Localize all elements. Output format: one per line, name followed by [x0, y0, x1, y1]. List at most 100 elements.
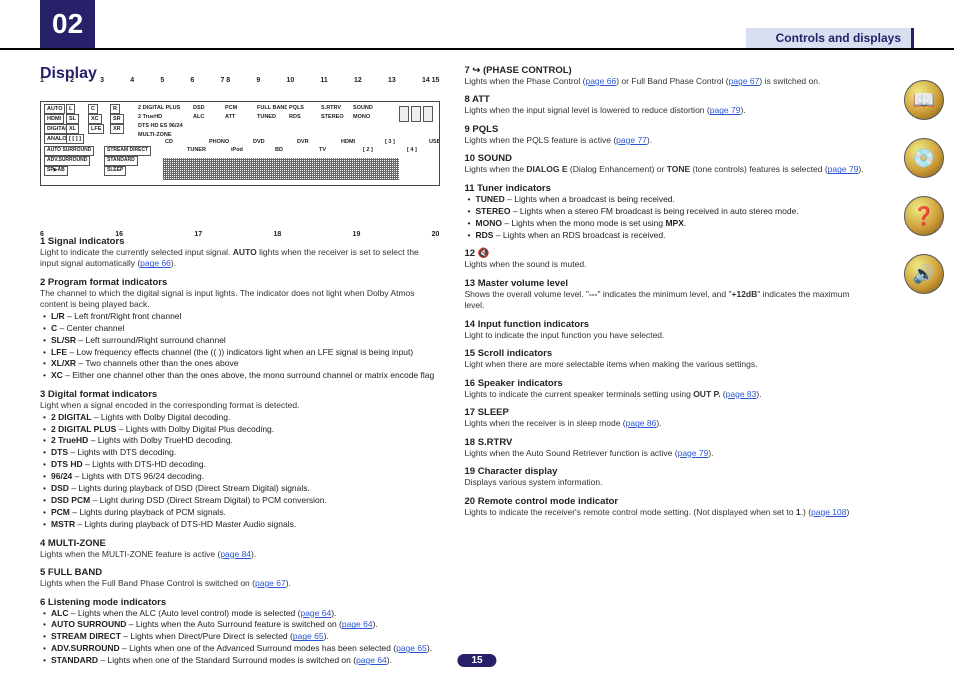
page-link[interactable]: page 84 — [220, 549, 251, 559]
page-link[interactable]: page 65 — [396, 643, 427, 653]
diagram-segment: XL — [66, 124, 79, 134]
item-17: 17 SLEEPLights when the receiver is in s… — [465, 407, 865, 429]
item-9: 9 PQLSLights when the PQLS feature is ac… — [465, 124, 865, 146]
diagram-segment: 2 TrueHD — [136, 113, 164, 121]
callout-top: 7 8 — [220, 77, 230, 84]
diagram-segment: DSD — [191, 104, 207, 112]
diagram-segment: R — [110, 104, 120, 114]
diagram-segment: STREAM DIRECT — [104, 146, 151, 156]
diagram-segment: PCM — [223, 104, 239, 112]
item-body: Lights when the Phase Control (page 66) … — [465, 76, 865, 87]
callout-top: 12 — [354, 77, 362, 84]
page-link[interactable]: page 65 — [293, 631, 324, 641]
page-link[interactable]: page 83 — [726, 389, 757, 399]
page-link[interactable]: page 67 — [729, 76, 760, 86]
item-body: The channel to which the digital signal … — [40, 288, 440, 311]
item-heading: 13 Master volume level — [465, 278, 865, 289]
diagram-segment: S.RTRV — [319, 104, 343, 112]
diagram-segment: TUNER — [185, 146, 208, 154]
page-link[interactable]: page 108 — [811, 507, 846, 517]
item-body: Lights when the input signal level is lo… — [465, 105, 865, 116]
sub-item: DSD PCM – Light during DSD (Direct Strea… — [40, 495, 440, 507]
item-body: Light to indicate the currently selected… — [40, 247, 440, 270]
page-link[interactable]: page 66 — [585, 76, 616, 86]
callout-bottom: 6 — [40, 231, 44, 238]
callout-bottom: 18 — [273, 231, 281, 238]
callout-bottom: 16 — [115, 231, 123, 238]
diagram-segment: HDMI — [44, 114, 64, 124]
diagram-segment: TUNED — [255, 113, 278, 121]
diagram-segment: [ 4 ] — [405, 146, 419, 154]
page-link[interactable]: page 64 — [300, 608, 331, 618]
diagram-segment: RDS — [287, 113, 303, 121]
diagram-segment: L — [66, 104, 75, 114]
item-8: 8 ATTLights when the input signal level … — [465, 94, 865, 116]
page-link[interactable]: page 79 — [710, 105, 741, 115]
page-link[interactable]: page 79 — [678, 448, 709, 458]
item-1: 1 Signal indicatorsLight to indicate the… — [40, 236, 440, 270]
side-icon[interactable]: ❓ — [904, 196, 944, 236]
callout-top: 9 — [256, 77, 260, 84]
item-heading: 9 PQLS — [465, 124, 865, 135]
item-heading: 5 FULL BAND — [40, 567, 440, 578]
item-15: 15 Scroll indicatorsLight when there are… — [465, 348, 865, 370]
side-icon[interactable]: 💿 — [904, 138, 944, 178]
sub-item: TUNED – Lights when a broadcast is being… — [465, 194, 865, 206]
callout-top: 14 15 — [422, 77, 440, 84]
diagram-segment: XR — [110, 124, 124, 134]
item-16: 16 Speaker indicatorsLights to indicate … — [465, 378, 865, 400]
item-2: 2 Program format indicatorsThe channel t… — [40, 277, 440, 382]
item-heading: 20 Remote control mode indicator — [465, 496, 865, 507]
item-heading: 3 Digital format indicators — [40, 389, 440, 400]
item-body: Lights when the receiver is in sleep mod… — [465, 418, 865, 429]
diagram-segment: DVR — [295, 138, 311, 146]
item-body: Lights when the PQLS feature is active (… — [465, 135, 865, 146]
diagram-segment: STEREO — [319, 113, 346, 121]
side-icon[interactable]: 📖 — [904, 80, 944, 120]
page-link[interactable]: page 66 — [140, 258, 171, 268]
item-body: Lights when the MULTI-ZONE feature is ac… — [40, 549, 440, 560]
item-heading: 4 MULTI-ZONE — [40, 538, 440, 549]
item-20: 20 Remote control mode indicatorLights t… — [465, 496, 865, 518]
page-link[interactable]: page 67 — [255, 578, 286, 588]
item-6: 6 Listening mode indicatorsALC – Lights … — [40, 597, 440, 667]
chapter-number: 02 — [40, 0, 95, 48]
item-heading: 10 SOUND — [465, 153, 865, 164]
diagram-segment: SR — [110, 114, 124, 124]
diagram-segment: BD — [273, 146, 285, 154]
page-link[interactable]: page 64 — [356, 655, 387, 665]
page-number: 15 — [457, 654, 496, 667]
side-icon[interactable]: 🔊 — [904, 254, 944, 294]
diagram-segment: FULL BAND — [255, 104, 290, 112]
item-body: Lights to indicate the current speaker t… — [465, 389, 865, 400]
diagram-segment: ADV.SURROUND — [44, 156, 90, 166]
page-link[interactable]: page 79 — [828, 164, 859, 174]
item-12: 12 🔇 Lights when the sound is muted. — [465, 248, 865, 270]
item-heading: 11 Tuner indicators — [465, 183, 865, 194]
page-link[interactable]: page 77 — [616, 135, 647, 145]
item-4: 4 MULTI-ZONELights when the MULTI-ZONE f… — [40, 538, 440, 560]
sub-item: 2 DIGITAL PLUS – Lights with Dolby Digit… — [40, 424, 440, 436]
page-link[interactable]: page 86 — [626, 418, 657, 428]
sub-item: 2 DIGITAL – Lights with Dolby Digital de… — [40, 412, 440, 424]
callout-top: 13 — [388, 77, 396, 84]
sub-item: STEREO – Lights when a stereo FM broadca… — [465, 206, 865, 218]
item-body: Light when there are more selectable ite… — [465, 359, 865, 370]
callout-top: 3 — [100, 77, 104, 84]
display-diagram-wrap: 1234567 891011121314 15 AUTOLCRHDMISLXCS… — [40, 89, 440, 226]
diagram-segment: PHONO — [207, 138, 231, 146]
sub-item: ADV.SURROUND – Lights when one of the Ad… — [40, 643, 440, 655]
item-body: Lights to indicate the receiver's remote… — [465, 507, 865, 518]
diagram-segment: XC — [88, 114, 102, 124]
sub-item: DTS – Lights with DTS decoding. — [40, 447, 440, 459]
item-19: 19 Character displayDisplays various sys… — [465, 466, 865, 488]
diagram-segment: MONO — [351, 113, 372, 121]
sub-item: XL/XR – Two channels other than the ones… — [40, 358, 440, 370]
diagram-segment: DVD — [251, 138, 267, 146]
diagram-segment: LFE — [88, 124, 104, 134]
page-link[interactable]: page 64 — [342, 619, 373, 629]
diagram-segment: [ 2 ] — [361, 146, 375, 154]
left-column: Display 1234567 891011121314 15 AUTOLCRH… — [40, 65, 440, 674]
item-heading: 2 Program format indicators — [40, 277, 440, 288]
sub-item: LFE – Low frequency effects channel (the… — [40, 347, 440, 359]
